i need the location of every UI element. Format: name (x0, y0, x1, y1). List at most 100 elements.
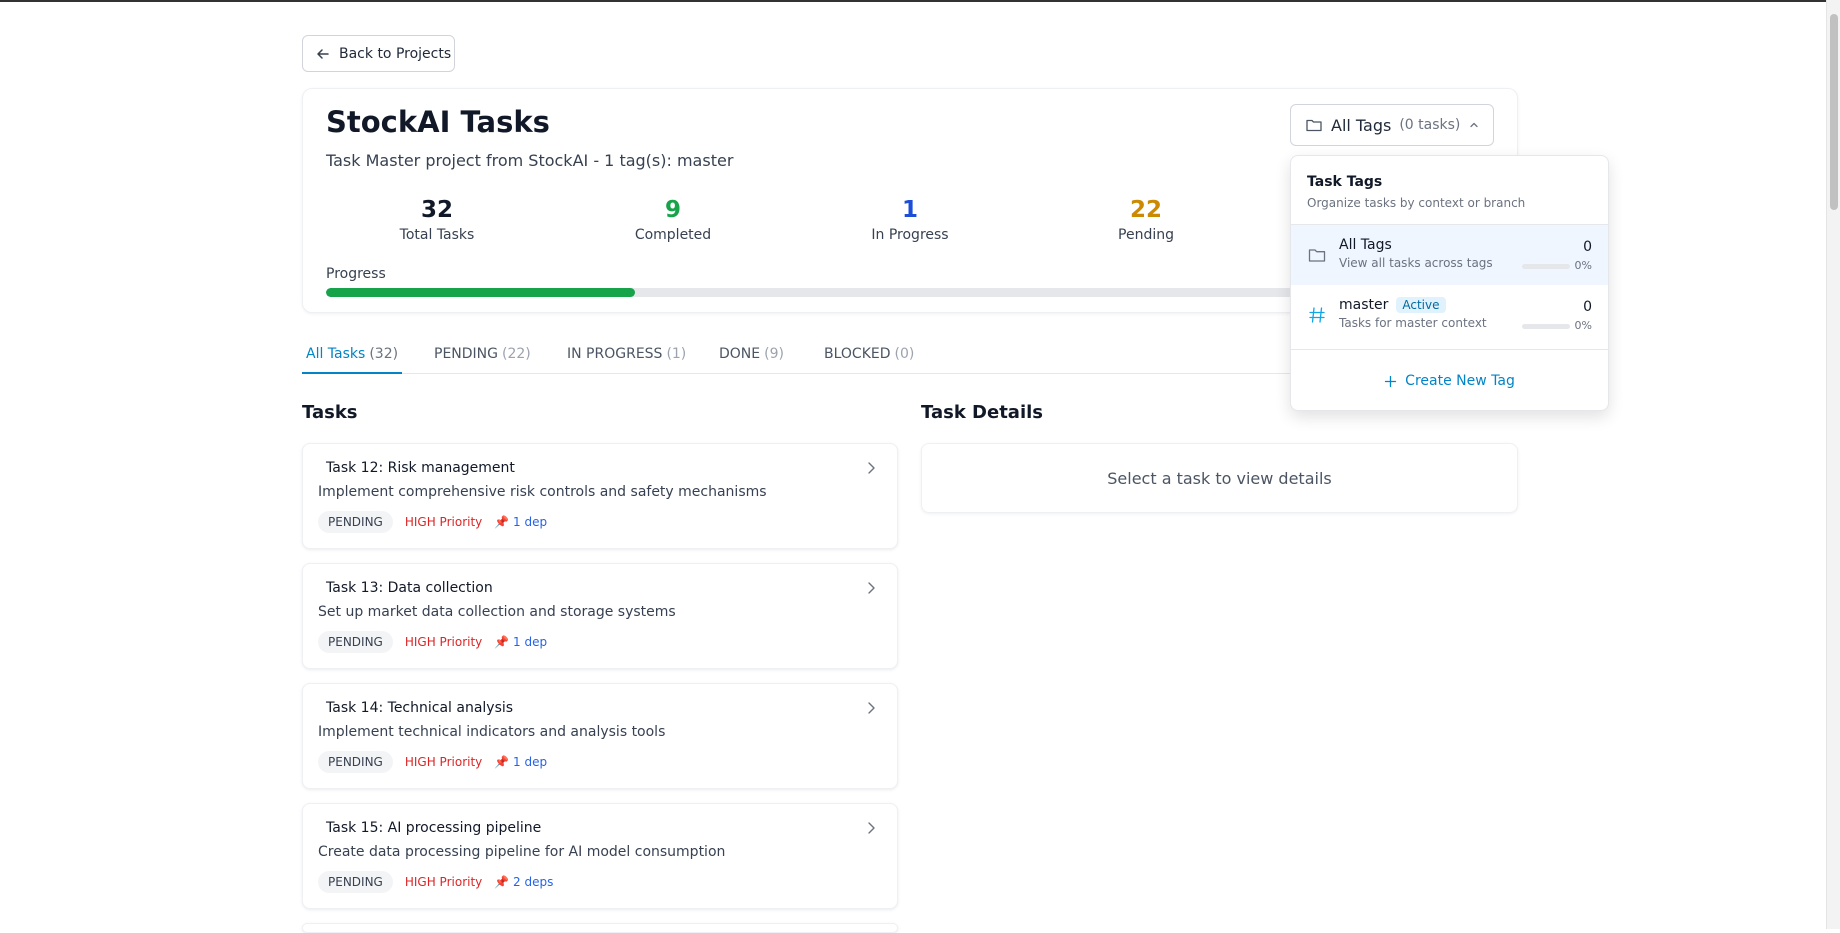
tab-count: (22) (502, 346, 531, 362)
task-title: Task 13: Data collection (326, 580, 493, 596)
dependency-badge: 📌 1 dep (494, 635, 548, 649)
status-badge: PENDING (318, 511, 393, 533)
tag-name: master Active (1339, 297, 1592, 313)
active-badge: Active (1396, 297, 1446, 313)
tag-dropdown-header: Task Tags Organize tasks by context or b… (1291, 156, 1608, 225)
tag-percent: 0% (1574, 319, 1592, 332)
chevron-up-icon (1470, 122, 1479, 128)
project-subtitle: Task Master project from StockAI - 1 tag… (326, 151, 734, 170)
tag-selector-count: (0 tasks) (1399, 117, 1461, 133)
tab-pending[interactable]: PENDING (22) (430, 346, 535, 372)
task-badges: PENDING HIGH Priority 📌 1 dep (318, 631, 547, 653)
tab-all-tasks[interactable]: All Tasks (32) (302, 346, 403, 374)
stat-label: In Progress (871, 227, 949, 243)
stat-value: 32 (420, 197, 453, 223)
chevron-right-icon (868, 462, 875, 474)
priority-badge: HIGH Priority (404, 875, 483, 889)
tag-option-all-tags[interactable]: All Tags View all tasks across tags 0 0% (1291, 225, 1608, 285)
stat-in-progress: 1 In Progress (810, 197, 1010, 243)
progress-label: Progress (326, 266, 386, 282)
task-badges: PENDING HIGH Priority 📌 1 dep (318, 511, 547, 533)
tag-name-text: master (1339, 297, 1389, 313)
tag-dropdown-title: Task Tags (1307, 174, 1383, 190)
tab-count: (0) (894, 346, 915, 362)
tag-progress-bar (1522, 324, 1570, 329)
chevron-right-icon (868, 822, 875, 834)
stat-completed: 9 Completed (573, 197, 773, 243)
tag-count: 0 (1583, 299, 1592, 315)
stat-label: Pending (1118, 227, 1174, 243)
tab-done[interactable]: DONE (9) (715, 346, 788, 372)
chevron-right-icon (868, 702, 875, 714)
stat-total-tasks: 32 Total Tasks (337, 197, 537, 243)
tab-in-progress[interactable]: IN PROGRESS (1) (563, 346, 690, 372)
stat-pending: 22 Pending (1046, 197, 1246, 243)
create-new-tag-label: Create New Tag (1405, 373, 1515, 389)
dependency-badge: 📌 2 deps (494, 875, 554, 889)
tag-selector-button[interactable]: All Tags (0 tasks) (1290, 104, 1494, 146)
task-description: Create data processing pipeline for AI m… (318, 844, 726, 860)
stat-label: Completed (634, 227, 712, 243)
priority-badge: HIGH Priority (404, 635, 483, 649)
tab-label: All Tasks (306, 346, 366, 362)
page-scrollbar[interactable] (1826, 0, 1840, 929)
arrow-left-icon (317, 48, 329, 59)
tab-label: IN PROGRESS (567, 346, 663, 362)
tab-count: (9) (764, 346, 784, 362)
folder-icon (1308, 249, 1326, 262)
chevron-right-icon (868, 582, 875, 594)
stat-value: 1 (901, 197, 918, 223)
tag-dropdown-subtitle: Organize tasks by context or branch (1307, 196, 1526, 210)
tag-dropdown: Task Tags Organize tasks by context or b… (1290, 155, 1609, 411)
stat-value: 9 (664, 197, 681, 223)
task-title: Task 15: AI processing pipeline (326, 820, 542, 836)
tab-blocked[interactable]: BLOCKED (0) (820, 346, 918, 372)
hash-icon (1309, 307, 1325, 323)
dependency-badge: 📌 1 dep (494, 755, 548, 769)
tag-count: 0 (1583, 239, 1592, 255)
back-button-label: Back to Projects (339, 45, 452, 62)
progress-bar (326, 288, 1426, 297)
priority-badge: HIGH Priority (404, 515, 483, 529)
task-description: Implement comprehensive risk controls an… (318, 484, 767, 500)
dependency-badge: 📌 1 dep (494, 515, 548, 529)
task-details-heading: Task Details (921, 402, 1044, 423)
scrollbar-thumb[interactable] (1830, 14, 1838, 210)
status-badge: PENDING (318, 751, 393, 773)
task-card-partial[interactable] (302, 923, 898, 933)
tab-count: (1) (666, 346, 687, 362)
task-details-empty: Select a task to view details (921, 443, 1518, 513)
task-card[interactable]: Task 13: Data collection Set up market d… (302, 563, 898, 669)
task-title: Task 12: Risk management (326, 460, 515, 476)
tab-label: PENDING (434, 346, 498, 362)
stat-value: 22 (1129, 197, 1162, 223)
tab-label: DONE (719, 346, 761, 362)
task-description: Implement technical indicators and analy… (318, 724, 666, 740)
stat-label: Total Tasks (399, 227, 475, 243)
progress-fill (326, 288, 636, 297)
folder-icon (1306, 119, 1322, 132)
status-badge: PENDING (318, 871, 393, 893)
page-title: StockAI Tasks (326, 105, 550, 139)
task-badges: PENDING HIGH Priority 📌 1 dep (318, 751, 547, 773)
task-card[interactable]: Task 14: Technical analysis Implement te… (302, 683, 898, 789)
tab-label: BLOCKED (824, 346, 891, 362)
task-badges: PENDING HIGH Priority 📌 2 deps (318, 871, 553, 893)
tag-percent: 0% (1574, 259, 1592, 272)
task-card[interactable]: Task 15: AI processing pipeline Create d… (302, 803, 898, 909)
create-new-tag-button[interactable]: Create New Tag (1291, 349, 1608, 410)
tab-count: (32) (369, 346, 399, 362)
tasks-heading: Tasks (302, 402, 358, 423)
task-card[interactable]: Task 12: Risk management Implement compr… (302, 443, 898, 549)
plus-icon (1385, 375, 1397, 387)
back-to-projects-button[interactable]: Back to Projects (302, 35, 455, 72)
tag-name-text: All Tags (1339, 237, 1392, 253)
tag-option-master[interactable]: master Active Tasks for master context 0 … (1291, 285, 1608, 345)
tag-progress-bar (1522, 264, 1570, 269)
tag-selector-label: All Tags (1331, 115, 1392, 135)
task-description: Set up market data collection and storag… (318, 604, 676, 620)
window-top-border (0, 0, 1840, 2)
status-badge: PENDING (318, 631, 393, 653)
task-title: Task 14: Technical analysis (326, 700, 514, 716)
tag-name: All Tags (1339, 237, 1592, 253)
